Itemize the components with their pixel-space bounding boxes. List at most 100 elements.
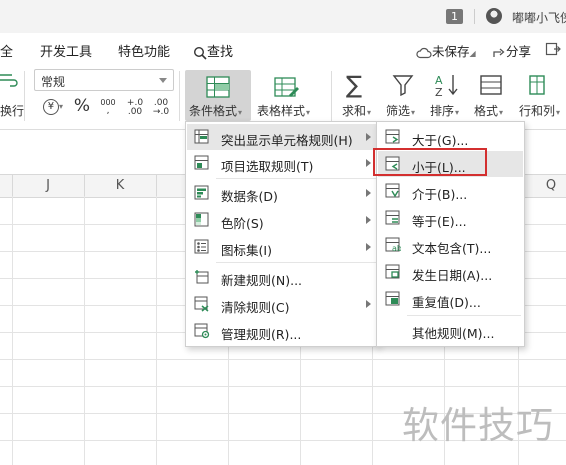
menu-item-data-bars[interactable]: 数据条(D) bbox=[187, 180, 377, 206]
sum-label: 求和 bbox=[342, 104, 367, 118]
menu-separator bbox=[216, 178, 376, 179]
watermark-text: 软件技巧 bbox=[402, 404, 554, 447]
comma-mark-icon: , bbox=[106, 106, 110, 116]
submenu-item-date-occurring[interactable]: 发生日期(A)... bbox=[378, 259, 523, 285]
search-tab[interactable]: 查找 bbox=[193, 41, 233, 60]
clear-rules-icon bbox=[194, 296, 209, 312]
menu-item-clear-rules[interactable]: 清除规则(C) bbox=[187, 291, 377, 317]
cloud-sync-icon bbox=[416, 47, 432, 58]
wrap-text-button[interactable] bbox=[0, 71, 22, 91]
submenu-item-equal-to[interactable]: 等于(E)... bbox=[378, 205, 523, 231]
menu-item-icon-sets[interactable]: 图标集(I) bbox=[187, 234, 377, 260]
svg-text:Z: Z bbox=[435, 86, 443, 97]
icon-sets-icon bbox=[194, 239, 209, 254]
submenu-item-duplicate-values[interactable]: 重复值(D)... bbox=[378, 286, 523, 312]
column-header-k[interactable]: K bbox=[84, 175, 156, 197]
filter-button[interactable]: 筛选▾ bbox=[384, 71, 422, 121]
tab-special-features[interactable]: 特色功能 bbox=[118, 41, 170, 60]
rows-columns-button[interactable]: 行和列▾ bbox=[516, 71, 566, 121]
unsaved-dropdown-icon: ◢ bbox=[469, 49, 476, 58]
avatar[interactable] bbox=[486, 8, 502, 24]
format-icon bbox=[480, 75, 502, 95]
sum-button[interactable]: ∑ 求和▾ bbox=[338, 71, 376, 121]
chevron-down-icon: ▾ bbox=[499, 108, 504, 117]
text-contains-icon: ab bbox=[385, 237, 401, 253]
column-header-j[interactable]: J bbox=[12, 175, 84, 197]
currency-dropdown-icon: ▾ bbox=[58, 102, 63, 111]
sigma-icon: ∑ bbox=[346, 71, 363, 99]
unsaved-status[interactable]: 未保存◢ bbox=[416, 41, 476, 60]
filter-label: 筛选 bbox=[386, 104, 411, 118]
column-divider bbox=[156, 175, 157, 197]
table-style-button[interactable]: 表格样式▾ bbox=[255, 71, 325, 121]
sort-label: 排序 bbox=[430, 104, 455, 118]
decrease-decimal-button[interactable]: .00 →.0 bbox=[150, 99, 172, 119]
table-style-label-wrap: 表格样式▾ bbox=[257, 102, 310, 119]
submenu-item-text-contains[interactable]: ab 文本包含(T)... bbox=[378, 232, 523, 258]
menu-item-manage-rules[interactable]: 管理规则(R)... bbox=[187, 318, 377, 344]
menu-tabs: 全 开发工具 特色功能 查找 未保存◢ 分享 bbox=[0, 33, 566, 65]
submenu-item-label: 文本包含(T)... bbox=[412, 241, 492, 256]
filter-icon bbox=[392, 75, 414, 96]
sort-button[interactable]: AZ 排序▾ bbox=[428, 71, 466, 121]
greater-than-icon bbox=[385, 129, 400, 144]
number-format-value: 常规 bbox=[41, 75, 66, 89]
conditional-format-label-wrap: 条件格式▾ bbox=[189, 102, 242, 119]
chevron-right-icon bbox=[366, 216, 371, 224]
grid-line bbox=[12, 196, 13, 465]
between-icon bbox=[385, 183, 400, 198]
menu-item-color-scales[interactable]: 色阶(S) bbox=[187, 207, 377, 233]
highlight-cells-icon bbox=[194, 129, 209, 144]
user-name[interactable]: 嘟嘟小飞侠 bbox=[512, 9, 566, 26]
column-divider bbox=[12, 175, 13, 197]
grid-line bbox=[0, 386, 566, 387]
menu-item-new-rule[interactable]: 新建规则(N)... bbox=[187, 264, 377, 290]
submenu-item-between[interactable]: 介于(B)... bbox=[378, 178, 523, 204]
increase-decimal-button[interactable]: +.0.00 bbox=[124, 99, 146, 119]
submenu-item-label: 介于(B)... bbox=[412, 187, 468, 202]
format-label: 格式 bbox=[474, 104, 499, 118]
grid-line bbox=[84, 196, 85, 465]
chevron-down-icon: ▾ bbox=[367, 108, 372, 117]
table-style-icon bbox=[274, 77, 299, 97]
tab-developer-tools[interactable]: 开发工具 bbox=[40, 41, 92, 60]
number-format-select[interactable]: 常规 bbox=[34, 69, 174, 91]
menu-item-label: 管理规则(R)... bbox=[221, 327, 302, 342]
chevron-right-icon bbox=[366, 300, 371, 308]
grid-line bbox=[156, 196, 157, 465]
conditional-format-button[interactable]: 条件格式▾ bbox=[185, 70, 251, 121]
wrap-text-label: 换行 bbox=[0, 104, 25, 118]
ribbon-divider bbox=[24, 71, 25, 121]
share-button[interactable]: 分享 bbox=[492, 41, 531, 60]
rows-columns-label-wrap: 行和列▾ bbox=[519, 102, 560, 119]
menu-separator bbox=[407, 315, 521, 316]
date-occurring-icon bbox=[385, 264, 400, 279]
duplicate-values-icon bbox=[385, 291, 400, 306]
submenu-item-greater-than[interactable]: 大于(G)... bbox=[378, 124, 523, 150]
menu-item-label: 项目选取规则(T) bbox=[221, 159, 314, 174]
chevron-down-icon: ▾ bbox=[411, 108, 416, 117]
menu-item-highlight-cells-rules[interactable]: 突出显示单元格规则(H) bbox=[187, 124, 377, 150]
export-icon[interactable] bbox=[545, 41, 561, 56]
submenu-item-more-rules[interactable]: 其他规则(M)... bbox=[378, 317, 523, 343]
tab-partial[interactable]: 全 bbox=[0, 41, 13, 60]
menu-item-top-bottom-rules[interactable]: 项目选取规则(T) bbox=[187, 150, 377, 176]
menu-item-label: 色阶(S) bbox=[221, 216, 264, 231]
menu-separator bbox=[216, 262, 376, 263]
window-count-badge[interactable]: 1 bbox=[446, 9, 463, 24]
table-style-label: 表格样式 bbox=[257, 104, 306, 118]
format-button[interactable]: 格式▾ bbox=[472, 71, 510, 121]
percent-format-button[interactable]: % bbox=[72, 96, 92, 118]
submenu-item-label: 重复值(D)... bbox=[412, 295, 481, 310]
thousands-separator-button[interactable]: 000, bbox=[97, 99, 119, 119]
chevron-down-icon: ▾ bbox=[306, 108, 311, 117]
data-bars-icon bbox=[194, 185, 209, 200]
submenu-item-label: 其他规则(M)... bbox=[412, 326, 495, 341]
column-header-q[interactable]: Q bbox=[518, 175, 566, 197]
chevron-down-icon bbox=[159, 78, 167, 83]
column-divider bbox=[84, 175, 85, 197]
filter-label-wrap: 筛选▾ bbox=[386, 102, 415, 119]
conditional-format-menu: 突出显示单元格规则(H) 项目选取规则(T) 数据条(D) 色阶(S) 图标集(… bbox=[185, 121, 379, 347]
currency-format-button[interactable]: ¥ ▾ bbox=[38, 98, 68, 118]
menu-item-label: 图标集(I) bbox=[221, 243, 272, 258]
